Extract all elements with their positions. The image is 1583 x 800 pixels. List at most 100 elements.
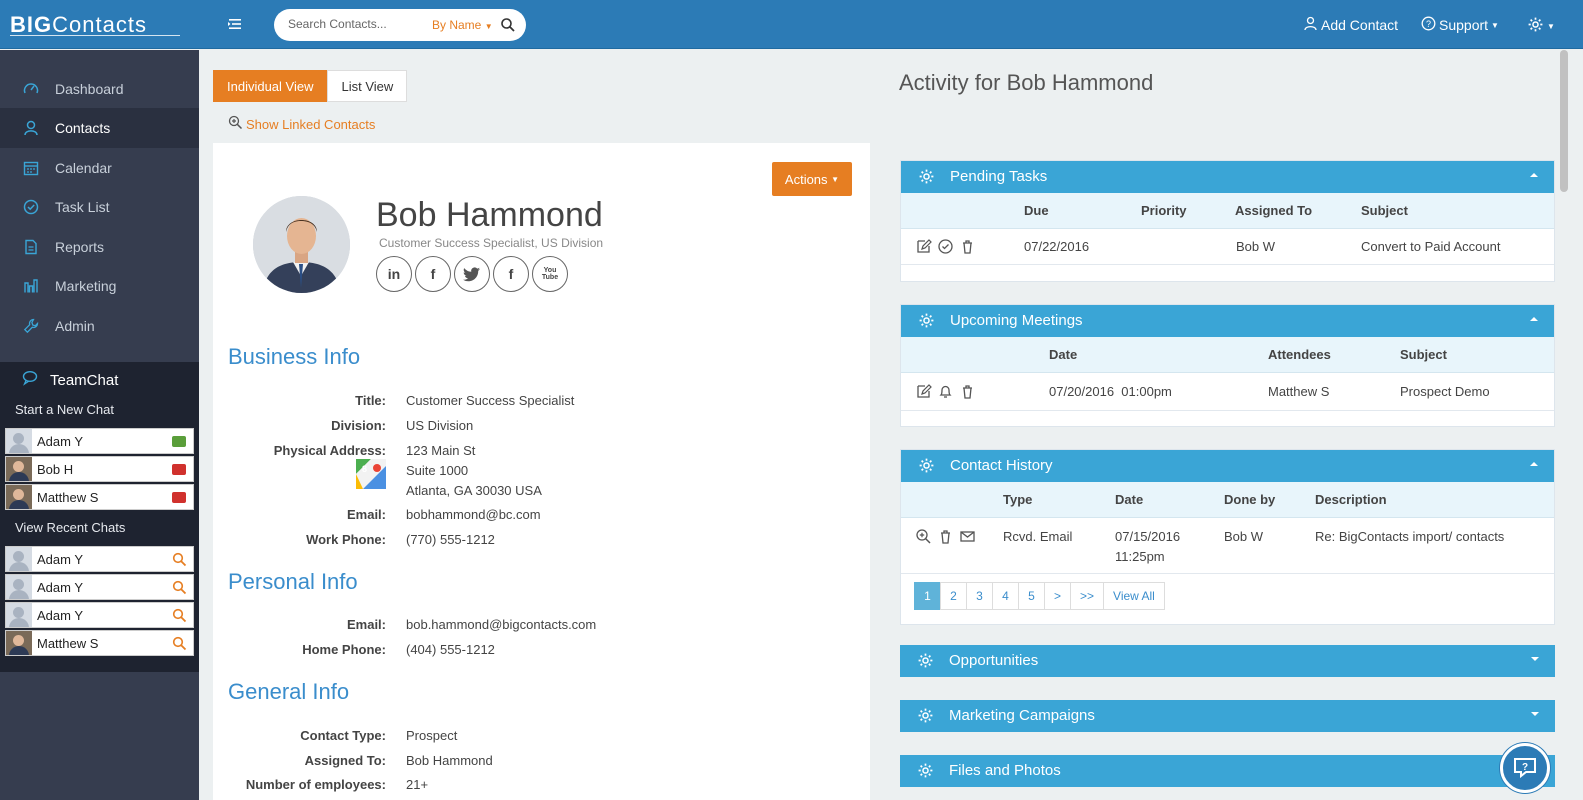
google-maps-icon[interactable]: 8 — [356, 459, 386, 489]
upcoming-meetings-header[interactable]: Upcoming Meetings — [901, 305, 1554, 337]
search-icon[interactable] — [172, 636, 187, 651]
sidebar-item-calendar[interactable]: Calendar — [0, 148, 199, 188]
wrench-icon — [22, 317, 40, 335]
panel-title: Contact History — [950, 457, 1053, 474]
linkedin-icon[interactable]: in — [376, 256, 412, 292]
gear-icon[interactable] — [917, 652, 934, 669]
last-page-button[interactable]: >> — [1070, 582, 1105, 610]
expand-caret-icon[interactable] — [1531, 712, 1539, 716]
panel-title: Opportunities — [949, 652, 1039, 669]
view-all-button[interactable]: View All — [1103, 582, 1165, 610]
bell-icon[interactable] — [937, 383, 954, 403]
scrollbar[interactable] — [1560, 50, 1568, 192]
recent-chat-row[interactable]: Adam Y — [5, 602, 194, 628]
collapse-caret-icon[interactable] — [1530, 173, 1538, 177]
gear-icon[interactable] — [917, 762, 934, 779]
collapse-caret-icon[interactable] — [1530, 462, 1538, 466]
menu-toggle-icon[interactable] — [226, 15, 244, 33]
help-chat-button[interactable]: ? — [1500, 743, 1550, 793]
search-mode-dropdown[interactable]: By Name ▼ — [432, 18, 493, 32]
search-icon[interactable] — [172, 552, 187, 567]
contact-subtitle: Customer Success Specialist, US Division — [379, 236, 604, 250]
recent-chat-row[interactable]: Adam Y — [5, 546, 194, 572]
page-button[interactable]: 1 — [914, 582, 941, 610]
show-linked-contacts-link[interactable]: Show Linked Contacts — [228, 115, 375, 133]
files-photos-header[interactable]: Files and Photos — [900, 755, 1555, 787]
gear-icon[interactable] — [918, 312, 935, 329]
dashboard-icon — [22, 80, 40, 98]
home-phone-value[interactable]: (404) 555-1212 — [406, 642, 495, 657]
user-icon — [22, 119, 40, 137]
sidebar-item-marketing[interactable]: Marketing — [0, 266, 199, 306]
personal-email-value[interactable]: bob.hammond@bigcontacts.com — [406, 617, 596, 632]
next-page-button[interactable]: > — [1044, 582, 1072, 610]
show-linked-label: Show Linked Contacts — [246, 116, 376, 132]
tab-individual-view[interactable]: Individual View — [213, 70, 328, 102]
recent-chat-row[interactable]: Adam Y — [5, 574, 194, 600]
chat-contact-row[interactable]: Adam Y — [5, 428, 194, 454]
sidebar-item-contacts[interactable]: Contacts — [0, 108, 199, 148]
support-dropdown[interactable]: ? Support ▼ — [1421, 16, 1499, 34]
gear-icon[interactable] — [918, 168, 935, 185]
sidebar-item-dashboard[interactable]: Dashboard — [0, 69, 199, 109]
chat-contact-name: Matthew S — [37, 489, 99, 505]
chat-contact-row[interactable]: Bob H — [5, 456, 194, 482]
recent-chat-row[interactable]: Matthew S — [5, 630, 194, 656]
expand-caret-icon[interactable] — [1531, 657, 1539, 661]
gear-icon[interactable] — [918, 457, 935, 474]
trash-icon[interactable] — [959, 383, 976, 403]
avatar — [6, 575, 32, 599]
table-row: 07/20/2016 01:00pm Matthew S Prospect De… — [901, 373, 1554, 411]
avatar — [6, 603, 32, 627]
page-button[interactable]: 5 — [1018, 582, 1045, 610]
marketing-campaigns-header[interactable]: Marketing Campaigns — [900, 700, 1555, 732]
chat-contact-row[interactable]: Matthew S — [5, 484, 194, 510]
work-phone-label: Work Phone: — [306, 532, 386, 547]
trash-icon[interactable] — [937, 528, 954, 548]
add-contact-link[interactable]: Add Contact — [1303, 16, 1398, 34]
facebook-icon[interactable]: f — [415, 256, 451, 292]
collapse-caret-icon[interactable] — [1530, 317, 1538, 321]
search-icon[interactable] — [172, 608, 187, 623]
view-recent-chats-link[interactable]: View Recent Chats — [15, 520, 125, 535]
twitter-icon[interactable] — [454, 256, 490, 292]
trash-icon[interactable] — [959, 238, 976, 258]
sidebar-item-reports[interactable]: Reports — [0, 227, 199, 267]
sidebar-item-admin[interactable]: Admin — [0, 306, 199, 346]
search-icon[interactable] — [172, 580, 187, 595]
page-button[interactable]: 2 — [940, 582, 967, 610]
teamchat-header[interactable]: TeamChat — [22, 370, 118, 390]
sidebar-item-task-list[interactable]: Task List — [0, 187, 199, 227]
envelope-icon[interactable] — [959, 528, 976, 548]
contact-name: Bob Hammond — [376, 196, 603, 234]
zoom-in-icon[interactable] — [915, 528, 932, 548]
pending-tasks-header[interactable]: Pending Tasks — [901, 161, 1554, 193]
home-phone-label: Home Phone: — [302, 642, 386, 657]
tab-list-view[interactable]: List View — [327, 70, 408, 102]
employees-label: Number of employees: — [245, 777, 386, 792]
chat-bubbles-icon — [22, 370, 40, 390]
social-links: in f f You Tube — [376, 256, 568, 292]
facebook-icon[interactable]: f — [493, 256, 529, 292]
title-label: Title: — [355, 393, 386, 408]
gear-icon[interactable] — [917, 707, 934, 724]
calendar-icon — [22, 159, 40, 177]
search-input[interactable] — [288, 17, 418, 31]
youtube-icon[interactable]: You Tube — [532, 256, 568, 292]
settings-dropdown[interactable]: ▼ — [1527, 16, 1555, 36]
opportunities-header[interactable]: Opportunities — [900, 645, 1555, 677]
search-icon[interactable] — [500, 17, 516, 33]
start-new-chat-link[interactable]: Start a New Chat — [15, 402, 114, 417]
actions-button[interactable]: Actions ▼ — [772, 162, 852, 196]
page-button[interactable]: 3 — [966, 582, 993, 610]
chat-status-flag-icon — [172, 491, 186, 503]
work-phone-value[interactable]: (770) 555-1212 — [406, 532, 495, 547]
business-email-label: Email: — [346, 507, 386, 522]
business-email-value[interactable]: bobhammond@bc.com — [406, 507, 541, 522]
page-button[interactable]: 4 — [992, 582, 1019, 610]
contact-history-header[interactable]: Contact History — [901, 450, 1554, 482]
edit-icon[interactable] — [915, 238, 932, 258]
check-circle-icon[interactable] — [937, 238, 954, 258]
edit-icon[interactable] — [915, 383, 932, 403]
gear-icon — [1527, 16, 1544, 36]
